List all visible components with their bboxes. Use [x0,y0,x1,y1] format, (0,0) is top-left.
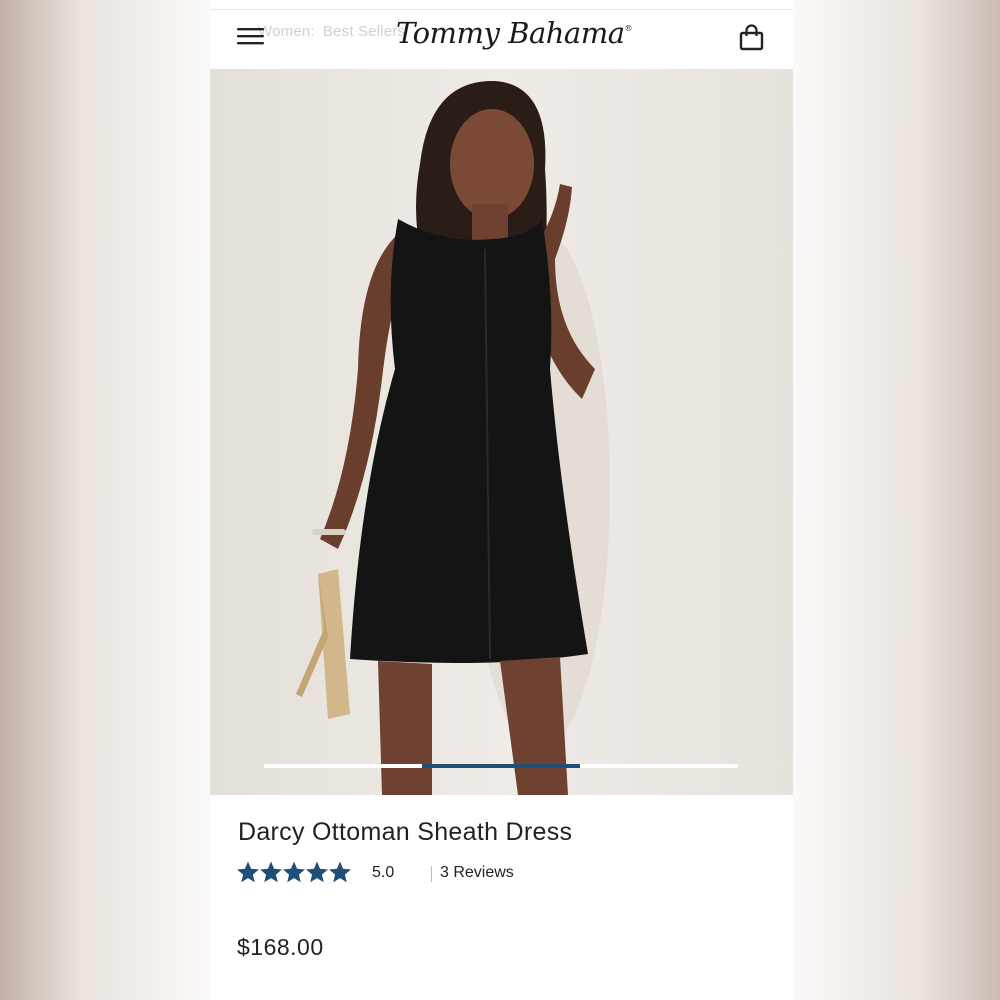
breadcrumb: Women: Best Sellers [258,23,405,40]
product-rating[interactable]: 5.0 3 Reviews [237,860,537,886]
brand-mark: ® [624,24,633,33]
site-header: Women: Best Sellers Tommy Bahama® [210,10,793,68]
product-title: Darcy Ottoman Sheath Dress [238,818,573,846]
star-icon [260,861,282,883]
breadcrumb-item-women[interactable]: Women: [258,23,315,40]
rating-divider [431,866,432,882]
reviews-link[interactable]: 3 Reviews [440,864,514,882]
star-icon [306,861,328,883]
star-icon [283,861,305,883]
breadcrumb-item-best-sellers[interactable]: Best Sellers [323,23,405,40]
carousel-pager [264,764,738,768]
star-rating [237,861,351,883]
product-image-carousel[interactable] [210,69,793,795]
rating-value: 5.0 [372,864,395,881]
star-icon [329,861,351,883]
brand-name: Tommy Bahama [396,16,625,50]
carousel-dot-3[interactable] [580,764,738,768]
star-icon [237,861,259,883]
carousel-dot-2[interactable] [422,764,580,768]
brand-logo[interactable]: Tommy Bahama® [396,16,632,50]
product-photo [210,69,793,795]
menu-button[interactable] [236,25,266,49]
product-page: Women: Best Sellers Tommy Bahama® Darcy … [210,0,793,1000]
product-price: $168.00 [237,934,324,960]
shopping-bag-icon [739,24,764,51]
cart-button[interactable] [739,24,765,52]
hamburger-menu-icon [237,28,264,45]
carousel-dot-1[interactable] [264,764,422,768]
